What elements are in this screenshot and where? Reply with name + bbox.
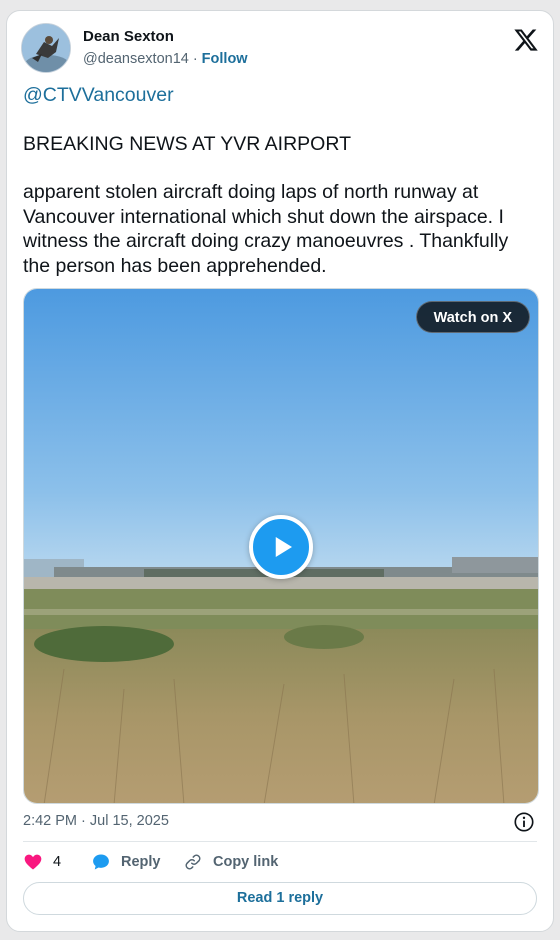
- watch-on-x-button[interactable]: Watch on X: [415, 301, 530, 333]
- video-player[interactable]: Watch on X: [23, 288, 539, 804]
- play-icon: [275, 537, 292, 557]
- avatar[interactable]: [21, 23, 71, 73]
- tweet-headline: BREAKING NEWS AT YVR AIRPORT: [23, 132, 351, 155]
- info-icon[interactable]: [513, 811, 535, 833]
- mention-link[interactable]: @CTVVancouver: [23, 83, 539, 108]
- tweet-card: Dean Sexton @deansexton14 · Follow @CTVVan…: [6, 10, 554, 932]
- author-name[interactable]: Dean Sexton: [83, 28, 174, 45]
- copy-link-button[interactable]: Copy link: [183, 851, 278, 873]
- play-button[interactable]: [249, 515, 313, 579]
- divider: [23, 841, 537, 842]
- heart-icon: [24, 854, 42, 870]
- separator-dot: ·: [192, 51, 198, 67]
- author-handle-row: @deansexton14 · Follow: [83, 51, 248, 67]
- follow-button[interactable]: Follow: [202, 51, 248, 67]
- copy-link-label: Copy link: [213, 854, 279, 870]
- author-handle[interactable]: @deansexton14: [83, 51, 189, 67]
- read-reply-button[interactable]: Read 1 reply: [23, 882, 537, 915]
- tweet-body: apparent stolen aircraft doing laps of n…: [23, 181, 509, 277]
- reply-icon: [93, 854, 109, 870]
- tweet-text: @CTVVancouver BREAKING NEWS AT YVR AIRPO…: [23, 83, 539, 278]
- reply-label: Reply: [121, 854, 161, 870]
- reply-button[interactable]: Reply: [91, 851, 161, 873]
- link-icon: [185, 854, 201, 870]
- like-count: 4: [53, 854, 62, 870]
- x-logo-icon[interactable]: [513, 27, 539, 53]
- tweet-timestamp[interactable]: 2:42 PM · Jul 15, 2025: [23, 813, 169, 829]
- tweet-header: Dean Sexton @deansexton14 · Follow: [21, 23, 539, 73]
- like-button[interactable]: 4: [23, 851, 61, 873]
